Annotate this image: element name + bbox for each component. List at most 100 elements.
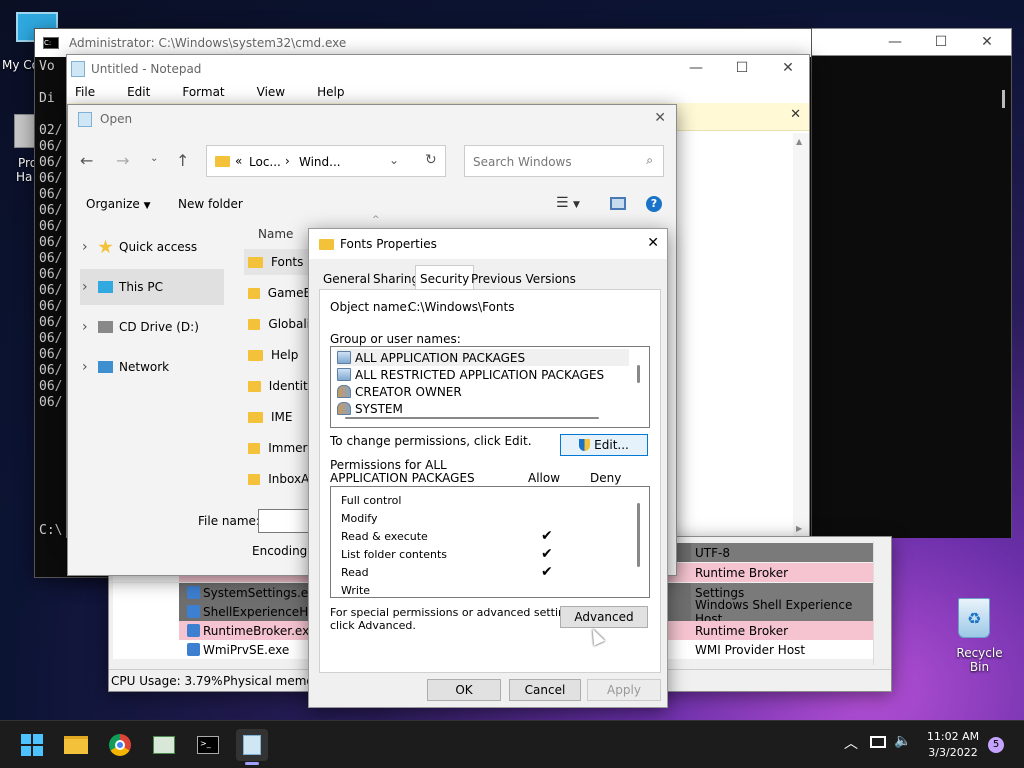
cmd-line: 06/ bbox=[39, 315, 63, 330]
list-item[interactable]: GameBa bbox=[244, 280, 308, 306]
chrome-icon bbox=[109, 734, 131, 756]
expand-chevron-icon[interactable]: › bbox=[80, 319, 98, 335]
notification-badge[interactable]: 5 bbox=[988, 737, 1004, 753]
cmd-line: Vo bbox=[39, 59, 55, 74]
desktop-icon-recycle-bin[interactable]: ♻ Recycle Bin bbox=[940, 596, 1014, 674]
nav-item-label: CD Drive (D:) bbox=[119, 320, 199, 334]
cmd-maximize-button[interactable]: ☐ bbox=[918, 29, 964, 55]
cancel-button[interactable]: Cancel bbox=[509, 679, 581, 701]
cmd-titlebar[interactable]: C: Administrator: C:\Windows\system32\cm… bbox=[35, 29, 992, 57]
tab-security[interactable]: Security bbox=[415, 265, 475, 291]
edit-button[interactable]: Edit... bbox=[560, 434, 648, 456]
open-dialog-close-button[interactable]: ✕ bbox=[654, 110, 666, 126]
up-button[interactable]: ↑ bbox=[176, 151, 189, 170]
list-item[interactable]: InboxAp bbox=[244, 466, 308, 492]
column-header-name[interactable]: Name bbox=[258, 227, 293, 241]
properties-titlebar[interactable]: Fonts Properties ✕ bbox=[309, 229, 667, 259]
permissions-scrollbar[interactable] bbox=[637, 503, 640, 567]
cmd-minimize-button[interactable]: — bbox=[872, 29, 918, 55]
notepad-close-button[interactable]: ✕ bbox=[765, 55, 811, 81]
list-item[interactable]: Globaliz bbox=[244, 311, 308, 337]
expand-chevron-icon[interactable]: › bbox=[80, 239, 98, 255]
expand-chevron-icon[interactable]: › bbox=[80, 279, 98, 295]
back-button[interactable]: ← bbox=[80, 151, 93, 170]
permission-name: Full control bbox=[341, 493, 402, 507]
nav-item-quick-access[interactable]: › Quick access bbox=[80, 229, 224, 265]
notepad-icon bbox=[71, 61, 85, 77]
notepad-titlebar[interactable]: Untitled - Notepad — ☐ ✕ bbox=[67, 55, 809, 83]
fonts-properties-dialog[interactable]: Fonts Properties ✕ General Sharing Secur… bbox=[308, 228, 668, 708]
notepad-taskbar-button[interactable] bbox=[236, 729, 268, 765]
notepad-menu-edit[interactable]: Edit bbox=[119, 85, 158, 99]
view-menu-icon[interactable]: ☰ ▼ bbox=[556, 195, 580, 211]
file-explorer-button[interactable] bbox=[60, 729, 92, 761]
properties-close-button[interactable]: ✕ bbox=[647, 235, 659, 251]
breadcrumb-overflow[interactable]: « bbox=[235, 154, 242, 168]
file-name-input[interactable] bbox=[258, 509, 310, 533]
notepad-minimize-button[interactable]: — bbox=[673, 55, 719, 81]
chrome-button[interactable] bbox=[104, 729, 136, 761]
show-hidden-icons-chevron-icon[interactable]: ︿ bbox=[844, 733, 858, 753]
recent-locations-chevron-icon[interactable]: ⌄ bbox=[150, 153, 158, 164]
close-infobar-icon[interactable]: ✕ bbox=[790, 107, 801, 122]
network-icon[interactable] bbox=[870, 736, 886, 748]
organize-button[interactable]: Organize ▼ bbox=[86, 197, 151, 211]
nav-item-network[interactable]: › Network bbox=[80, 349, 224, 385]
list-item[interactable]: ALL RESTRICTED APPLICATION PACKAGES bbox=[337, 366, 604, 383]
computer-icon bbox=[98, 281, 113, 293]
task-manager-button[interactable] bbox=[148, 729, 180, 761]
cmd-titlebar-extension[interactable]: — ☐ ✕ bbox=[812, 28, 1012, 56]
search-box[interactable]: Search Windows ⌕ bbox=[464, 145, 664, 177]
open-dialog-titlebar[interactable]: Open ✕ bbox=[68, 105, 676, 133]
notepad-menu-view[interactable]: View bbox=[249, 85, 293, 99]
breadcrumb-2[interactable]: Wind... bbox=[299, 155, 341, 169]
list-item[interactable]: Immersi bbox=[244, 435, 308, 461]
group-list-hscrollbar[interactable] bbox=[345, 417, 599, 419]
nav-item-label: This PC bbox=[119, 280, 163, 294]
process-icon bbox=[187, 586, 200, 599]
search-input[interactable]: Search Windows bbox=[473, 155, 572, 169]
list-item[interactable]: Identity bbox=[244, 373, 308, 399]
start-button[interactable] bbox=[16, 729, 48, 761]
list-item[interactable]: Fonts bbox=[244, 249, 308, 275]
group-list-scrollbar[interactable] bbox=[637, 365, 640, 383]
cmd-scrollbar-thumb[interactable] bbox=[1002, 90, 1005, 108]
forward-button[interactable]: → bbox=[116, 151, 129, 170]
list-item[interactable]: IME bbox=[244, 404, 308, 430]
preview-pane-icon[interactable] bbox=[610, 197, 626, 210]
notepad-menu-help[interactable]: Help bbox=[309, 85, 352, 99]
terminal-button[interactable]: >_ bbox=[192, 729, 224, 761]
ok-button[interactable]: OK bbox=[427, 679, 501, 701]
help-icon[interactable]: ? bbox=[646, 196, 662, 212]
tab-general[interactable]: General bbox=[319, 268, 374, 290]
notepad-menu-file[interactable]: File bbox=[67, 85, 103, 99]
tab-previous-versions[interactable]: Previous Versions bbox=[467, 268, 580, 290]
permission-name: List folder contents bbox=[341, 547, 447, 561]
nav-item-cd-drive-d[interactable]: › CD Drive (D:) bbox=[80, 309, 224, 345]
cmd-close-button[interactable]: ✕ bbox=[964, 29, 1010, 55]
permissions-list[interactable]: Full control Modify Read & execute ✔ List fo… bbox=[330, 486, 650, 598]
list-item[interactable]: ALL APPLICATION PACKAGES bbox=[337, 349, 629, 366]
address-bar[interactable]: « Loc... › Wind... ⌄ ↻ bbox=[206, 145, 446, 177]
breadcrumb-1[interactable]: Loc... bbox=[249, 155, 281, 169]
advanced-button[interactable]: Advanced bbox=[560, 606, 648, 628]
tm-scrollbar[interactable] bbox=[873, 541, 889, 665]
refresh-icon[interactable]: ↻ bbox=[425, 152, 437, 168]
clock[interactable]: 11:02 AM 3/3/2022 bbox=[922, 729, 984, 761]
list-item[interactable]: CREATOR OWNER bbox=[337, 383, 462, 400]
permission-name: Write bbox=[341, 583, 371, 597]
notepad-menu-format[interactable]: Format bbox=[174, 85, 232, 99]
expand-chevron-icon[interactable]: › bbox=[80, 359, 98, 375]
volume-icon[interactable]: 🔈 bbox=[894, 733, 911, 749]
nav-item-this-pc[interactable]: › This PC bbox=[80, 269, 224, 305]
address-dropdown-icon[interactable]: ⌄ bbox=[389, 153, 399, 167]
apply-button[interactable]: Apply bbox=[587, 679, 661, 701]
list-item[interactable]: SYSTEM bbox=[337, 400, 403, 417]
notepad-scrollbar[interactable]: ▲ ▶ bbox=[793, 133, 809, 537]
file-name: Immersi bbox=[268, 441, 308, 455]
group-list[interactable]: ALL APPLICATION PACKAGES ALL RESTRICTED A… bbox=[330, 346, 650, 428]
list-item[interactable]: Help bbox=[244, 342, 308, 368]
cmd-line: 02/ bbox=[39, 123, 63, 138]
new-folder-button[interactable]: New folder bbox=[178, 197, 243, 211]
notepad-maximize-button[interactable]: ☐ bbox=[719, 55, 765, 81]
